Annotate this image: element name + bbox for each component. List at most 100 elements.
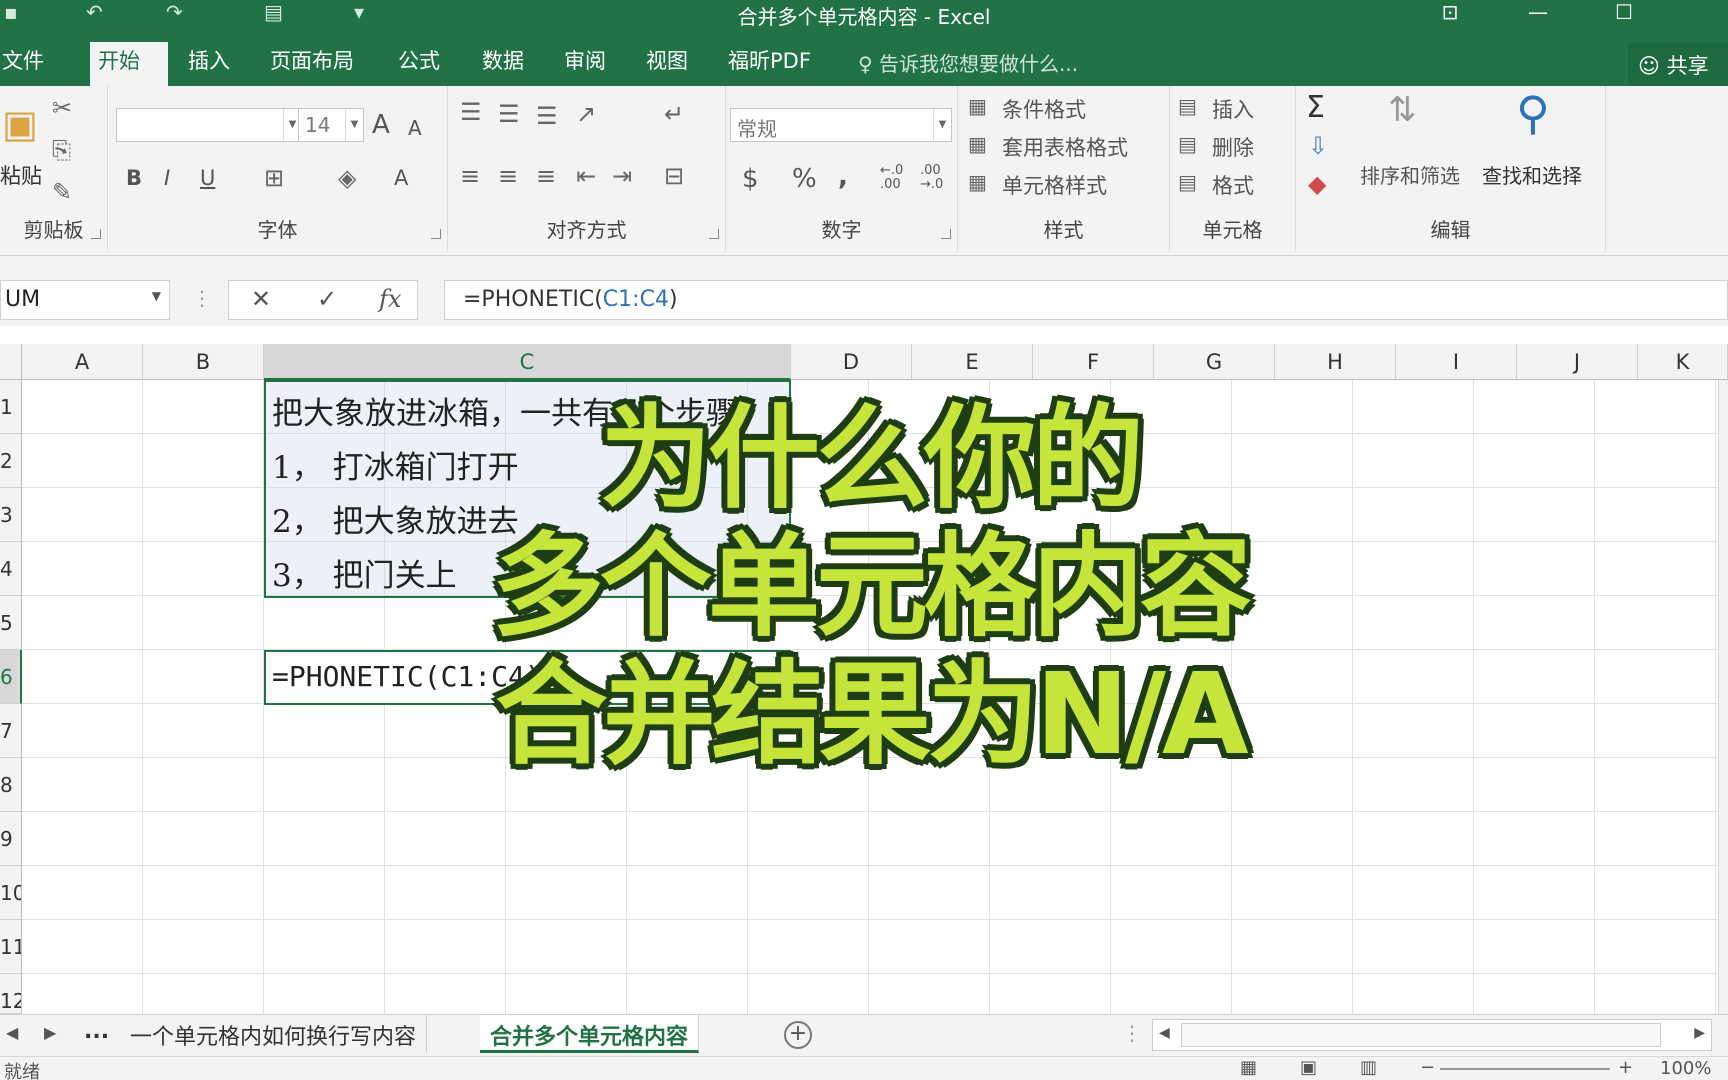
row-header-3[interactable]: 3 [0, 488, 22, 542]
page-break-view-icon[interactable]: ▥ [1360, 1057, 1377, 1078]
row-header-6[interactable]: 6 [0, 650, 22, 704]
row-header-9[interactable]: 9 [0, 812, 22, 866]
clipboard-launcher-icon[interactable] [91, 229, 101, 239]
enter-formula-button[interactable]: ✓ [317, 285, 337, 313]
wrap-text-icon[interactable]: ↵ [664, 100, 684, 128]
scroll-right-icon[interactable]: ▶ [1694, 1025, 1705, 1041]
shrink-font-button[interactable]: A [408, 116, 422, 140]
grow-font-button[interactable]: A [372, 110, 390, 140]
font-name-combo[interactable]: ▼ [116, 108, 302, 142]
column-header-f[interactable]: F [1033, 344, 1154, 380]
tell-me-box[interactable]: ♀ 告诉我您想要做什么... [858, 48, 1078, 77]
column-header-d[interactable]: D [791, 344, 912, 380]
number-launcher-icon[interactable] [941, 229, 951, 239]
align-center-icon[interactable]: ≡ [498, 162, 518, 190]
row-header-2[interactable]: 2 [0, 434, 22, 488]
font-size-combo[interactable]: 14 ▼ [298, 108, 364, 142]
select-all-corner[interactable] [0, 344, 22, 380]
column-header-e[interactable]: E [912, 344, 1033, 380]
find-select-button[interactable]: 查找和选择 [1482, 160, 1582, 189]
next-sheet-icon[interactable]: ▶ [44, 1023, 56, 1042]
delete-cells-button[interactable]: 删除 [1212, 132, 1254, 162]
orientation-icon[interactable]: ↗ [576, 100, 596, 128]
tab-review[interactable]: 审阅 [556, 48, 614, 86]
insert-function-button[interactable]: fx [379, 285, 401, 313]
minimize-icon[interactable]: — [1518, 0, 1558, 28]
fill-down-icon[interactable]: ⇩ [1308, 132, 1328, 160]
maximize-icon[interactable]: ☐ [1604, 0, 1644, 28]
vertical-scrollbar[interactable] [1718, 380, 1728, 1014]
column-header-b[interactable]: B [143, 344, 264, 380]
copy-icon[interactable]: ⎘ [52, 136, 71, 164]
tab-home[interactable]: 开始 [90, 42, 168, 86]
align-top-icon[interactable]: ☰ [460, 98, 482, 126]
ribbon-display-icon[interactable]: ⊡ [1430, 0, 1470, 28]
italic-button[interactable]: I [164, 166, 170, 190]
add-sheet-button[interactable]: + [784, 1021, 812, 1049]
sheet-tab-newline[interactable]: 一个单元格内如何换行写内容 [120, 1015, 428, 1053]
row-header-10[interactable]: 10 [0, 866, 22, 920]
prev-sheet-icon[interactable]: ◀ [6, 1023, 18, 1042]
tab-view[interactable]: 视图 [638, 48, 696, 86]
name-box[interactable]: UM ▼ [0, 280, 170, 320]
paste-label[interactable]: 粘贴 [0, 160, 42, 190]
tab-file[interactable]: 文件 [0, 48, 52, 86]
row-header-11[interactable]: 11 [0, 920, 22, 974]
conditional-format-button[interactable]: 条件格式 [1002, 94, 1086, 124]
align-left-icon[interactable]: ≡ [460, 162, 480, 190]
insert-cells-button[interactable]: 插入 [1212, 94, 1254, 124]
percent-button[interactable]: % [792, 164, 817, 194]
scroll-left-icon[interactable]: ◀ [1159, 1025, 1170, 1041]
cell-c4[interactable]: 3， 把门关上 [272, 550, 457, 595]
font-color-button[interactable]: A [394, 166, 408, 190]
cancel-formula-button[interactable]: ✕ [251, 285, 271, 313]
row-header-12[interactable]: 12 [0, 974, 22, 1014]
cell-styles-button[interactable]: 单元格样式 [1002, 170, 1107, 200]
row-header-5[interactable]: 5 [0, 596, 22, 650]
row-header-7[interactable]: 7 [0, 704, 22, 758]
increase-decimal-button[interactable]: ←.0 .00 [880, 164, 910, 192]
decrease-indent-icon[interactable]: ⇤ [576, 162, 596, 190]
sheet-tab-merge[interactable]: 合并多个单元格内容 [480, 1015, 700, 1053]
cut-icon[interactable]: ✂ [52, 94, 72, 122]
alignment-launcher-icon[interactable] [709, 229, 719, 239]
column-header-c[interactable]: C [264, 344, 791, 380]
column-header-k[interactable]: K [1638, 344, 1728, 380]
format-painter-icon[interactable]: ✎ [52, 178, 72, 206]
row-header-1[interactable]: 1 [0, 380, 22, 434]
horizontal-scroll-thumb[interactable] [1181, 1023, 1661, 1047]
sort-filter-button[interactable]: 排序和筛选 [1360, 160, 1460, 189]
zoom-in-icon[interactable]: + [1618, 1057, 1633, 1078]
paste-icon[interactable]: ▣ [2, 102, 38, 146]
horizontal-scrollbar[interactable]: ◀ ▶ [1152, 1019, 1712, 1051]
tab-insert[interactable]: 插入 [180, 48, 238, 86]
column-header-j[interactable]: J [1517, 344, 1638, 380]
name-box-dropdown-icon[interactable]: ▼ [152, 289, 161, 303]
format-as-table-button[interactable]: 套用表格格式 [1002, 132, 1128, 162]
align-bottom-icon[interactable]: ☰ [536, 102, 558, 130]
font-launcher-icon[interactable] [431, 229, 441, 239]
underline-button[interactable]: U [200, 166, 215, 190]
share-button[interactable]: ☺ 共享 [1628, 42, 1728, 86]
decrease-decimal-button[interactable]: .00 →.0 [920, 164, 950, 192]
row-header-8[interactable]: 8 [0, 758, 22, 812]
tab-formulas[interactable]: 公式 [390, 48, 448, 86]
column-header-g[interactable]: G [1154, 344, 1275, 380]
zoom-level[interactable]: 100% [1660, 1058, 1711, 1079]
column-header-a[interactable]: A [22, 344, 143, 380]
column-header-h[interactable]: H [1275, 344, 1396, 380]
fill-color-icon[interactable]: ◈ [338, 164, 356, 192]
zoom-out-icon[interactable]: − [1420, 1057, 1435, 1078]
formula-input[interactable]: =PHONETIC(C1:C4) [444, 280, 1728, 320]
row-header-4[interactable]: 4 [0, 542, 22, 596]
formula-bar-splitter-icon[interactable]: ⋮ [192, 286, 212, 310]
normal-view-icon[interactable]: ▦ [1240, 1057, 1257, 1078]
bold-button[interactable]: B [126, 166, 142, 190]
number-format-combo[interactable]: 常规 ▼ [730, 108, 952, 142]
borders-icon[interactable]: ⊞ [264, 164, 284, 192]
tab-data[interactable]: 数据 [474, 48, 532, 86]
clear-icon[interactable]: ◆ [1308, 170, 1326, 198]
merge-center-icon[interactable]: ⊟ [664, 162, 684, 190]
tab-foxit-pdf[interactable]: 福昕PDF [720, 48, 819, 86]
more-sheets-button[interactable]: ... [74, 1015, 119, 1053]
